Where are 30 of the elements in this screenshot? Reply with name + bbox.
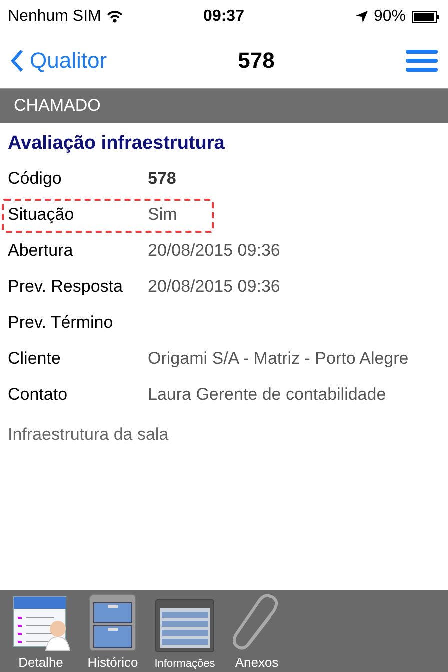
- field-value: 20/08/2015 09:36: [148, 277, 280, 297]
- field-value: 578: [148, 169, 176, 189]
- section-header: CHAMADO: [0, 88, 448, 123]
- clock-time: 09:37: [204, 8, 244, 26]
- field-value: Origami S/A - Matriz - Porto Alegre: [148, 349, 409, 369]
- back-button[interactable]: Qualitor: [10, 48, 108, 74]
- field-label: Situação: [8, 205, 76, 225]
- tab-bar-item[interactable]: Anexos: [224, 593, 290, 670]
- tab-bar-item[interactable]: Histórico: [80, 593, 146, 670]
- field-label: Abertura: [8, 241, 74, 261]
- battery-percent: 90%: [374, 8, 406, 26]
- menu-icon[interactable]: [406, 50, 438, 72]
- ticket-description: Infraestrutura da sala: [8, 425, 170, 445]
- tab-bar-item[interactable]: Detalhe: [8, 593, 74, 670]
- field-value: 20/08/2015 09:36: [148, 241, 280, 261]
- battery-icon: [412, 11, 440, 23]
- ticket-title: Avaliação infraestrutura: [8, 133, 226, 155]
- tab-bar-item[interactable]: Informações: [152, 596, 218, 670]
- field-label: Prev. Resposta: [8, 277, 124, 297]
- nav-title: 578: [238, 48, 275, 74]
- field-label: Código: [8, 169, 63, 189]
- location-arrow-icon: [356, 11, 368, 23]
- back-chevron-icon: [10, 49, 24, 73]
- field-value: Laura Gerente de contabilidade: [148, 385, 386, 405]
- field-value: Sim: [148, 205, 178, 225]
- field-label: Contato: [8, 385, 69, 405]
- carrier-name: Nenhum SIM: [8, 8, 102, 26]
- field-label: Cliente: [8, 349, 62, 369]
- field-label: Prev. Término: [8, 313, 114, 333]
- wifi-icon: [107, 11, 124, 23]
